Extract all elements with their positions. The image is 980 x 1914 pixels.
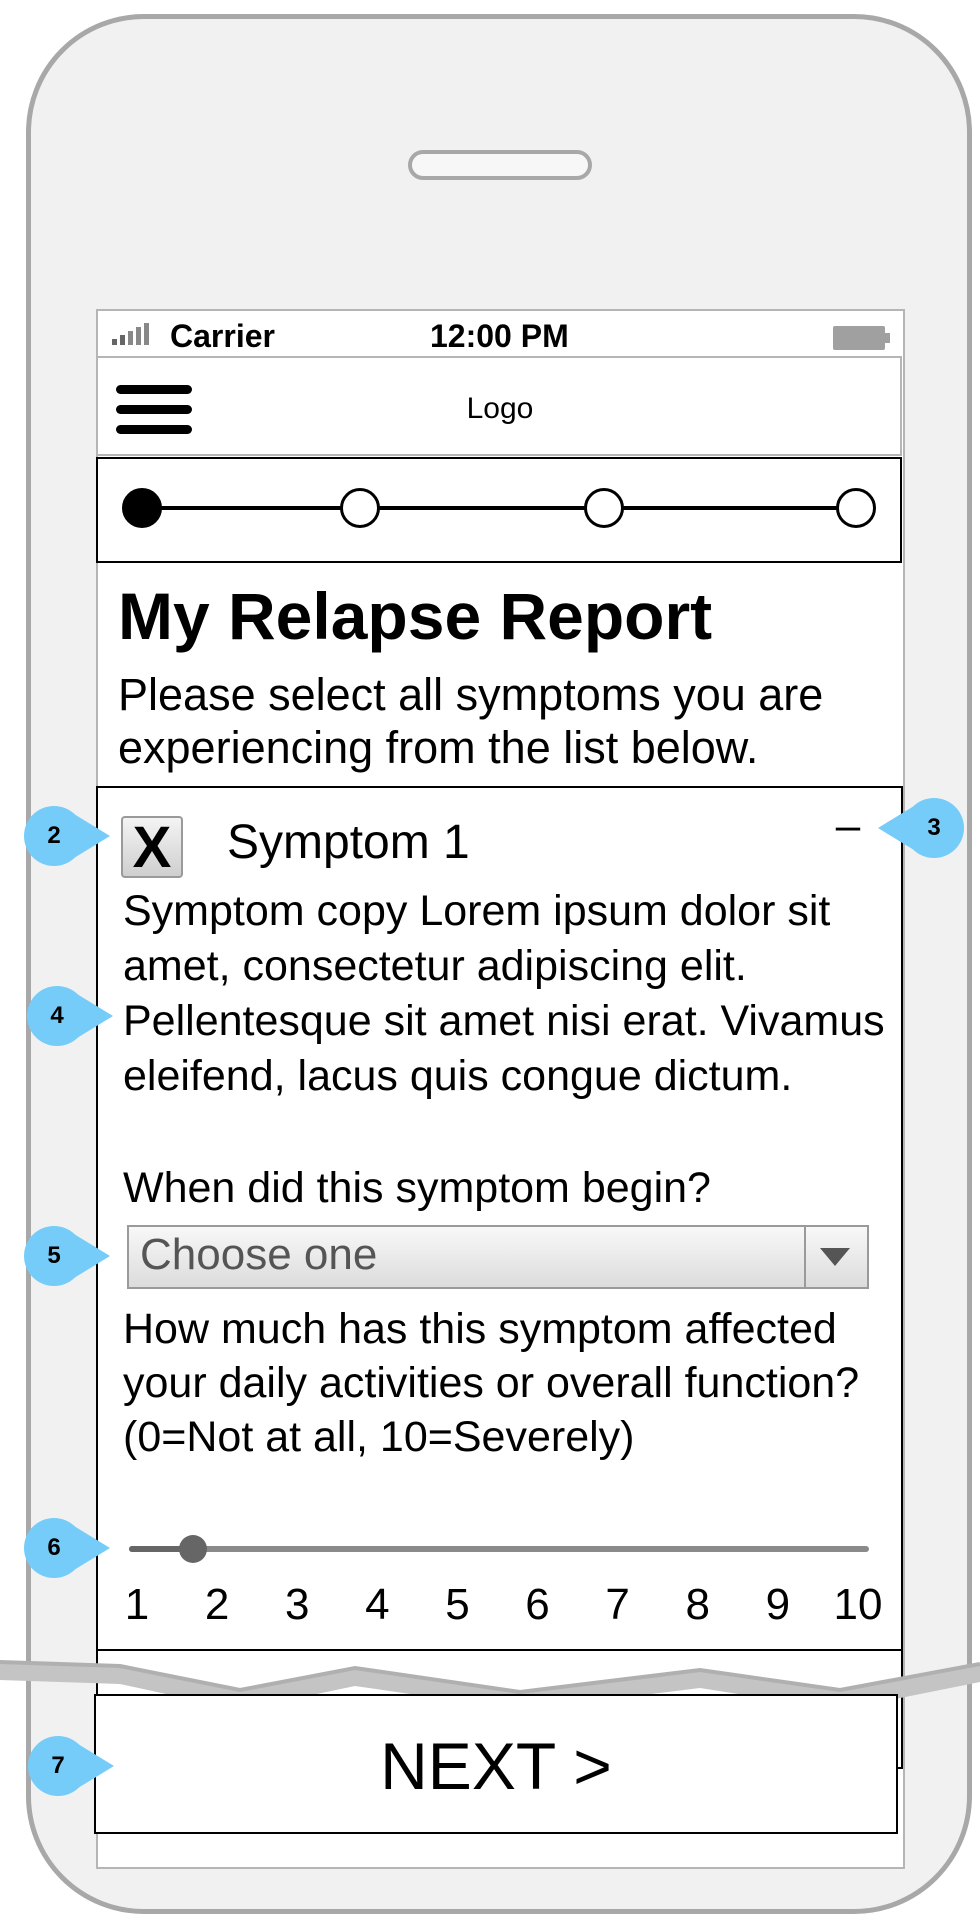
symptom-title: Symptom 1 — [227, 816, 470, 869]
slider-tick-label: 6 — [525, 1580, 550, 1629]
battery-icon — [833, 326, 885, 350]
instructions: Please select all symptoms you are exper… — [118, 669, 824, 773]
battery-tip — [885, 333, 890, 343]
slider-tick-label: 10 — [833, 1580, 883, 1629]
page-title: My Relapse Report — [118, 579, 713, 653]
next-button[interactable]: NEXT > — [94, 1694, 898, 1834]
impact-question: How much has this symptom affected your … — [123, 1305, 860, 1461]
signal-icon — [112, 319, 158, 349]
callout-3: 3 — [878, 798, 964, 858]
symptom-copy: Symptom copy Lorem ipsum dolor sit amet,… — [123, 887, 885, 1100]
slider-tick-label: 9 — [765, 1580, 791, 1629]
progress-stepper — [96, 457, 902, 563]
symptom-checkbox[interactable]: X — [121, 816, 183, 878]
step-4 — [836, 488, 876, 528]
step-2 — [340, 488, 380, 528]
stepper-line — [142, 506, 856, 510]
callout-7: 7 — [28, 1736, 114, 1796]
phone-speaker — [408, 150, 592, 180]
onset-select-value: Choose one — [140, 1230, 378, 1279]
collapse-icon[interactable]: – — [830, 804, 866, 850]
step-3 — [584, 488, 624, 528]
severity-slider-track[interactable] — [129, 1546, 869, 1552]
slider-tick-label: 1 — [124, 1580, 150, 1629]
carrier-label: Carrier — [170, 318, 275, 354]
slider-tick-label: 7 — [605, 1580, 630, 1629]
slider-tick-label: 3 — [284, 1580, 310, 1629]
callout-5: 5 — [24, 1226, 110, 1286]
slider-tick-label: 5 — [445, 1580, 470, 1629]
callout-6: 6 — [24, 1518, 110, 1578]
begin-question: When did this symptom begin? — [123, 1164, 711, 1212]
step-1-current — [122, 488, 162, 528]
callout-2: 2 — [24, 806, 110, 866]
slider-tick-label: 8 — [685, 1580, 710, 1629]
status-time: 12:00 PM — [430, 318, 569, 354]
logo: Logo — [466, 392, 534, 425]
severity-slider-thumb[interactable] — [179, 1535, 208, 1563]
slider-tick-label: 2 — [204, 1580, 230, 1629]
chevron-down-icon — [820, 1248, 850, 1266]
slider-tick-label: 4 — [365, 1580, 390, 1629]
callout-4: 4 — [27, 986, 113, 1046]
